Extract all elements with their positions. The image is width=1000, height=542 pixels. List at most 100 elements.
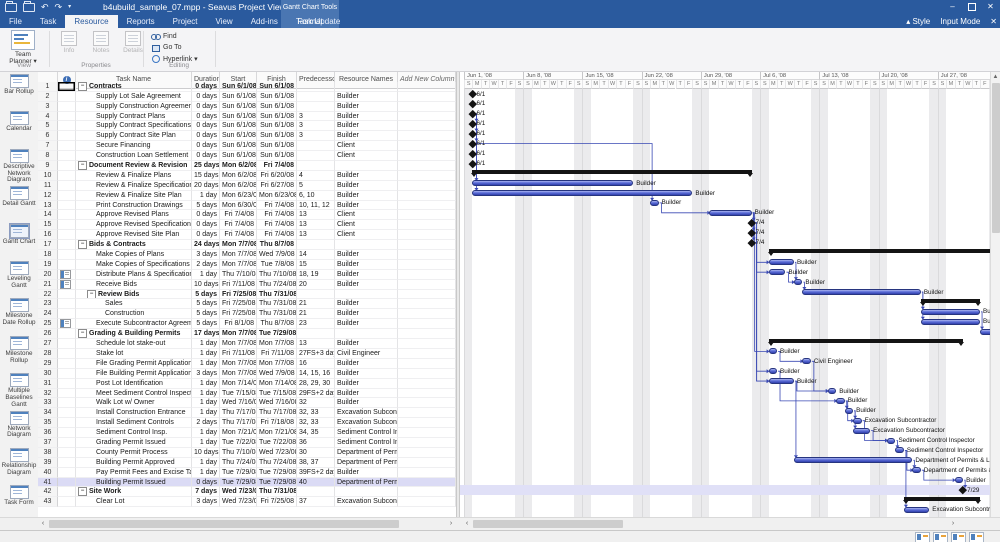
finish-cell[interactable]: Thu 7/31/08: [257, 487, 297, 497]
collapse-icon[interactable]: −: [78, 329, 87, 338]
indicator-cell[interactable]: [58, 210, 76, 220]
predecessors-cell[interactable]: 4: [297, 171, 335, 181]
indicator-cell[interactable]: [58, 309, 76, 319]
start-cell[interactable]: Wed 7/23/08: [220, 497, 257, 507]
add-new-column-cell[interactable]: [398, 428, 456, 438]
task-calendar-indicator-icon[interactable]: [60, 270, 71, 279]
duration-cell[interactable]: 10 days: [192, 280, 220, 290]
add-new-column-cell[interactable]: [398, 379, 456, 389]
indicator-cell[interactable]: [58, 92, 76, 102]
indicator-cell[interactable]: [58, 270, 76, 280]
start-cell[interactable]: Fri 7/25/08: [220, 299, 257, 309]
finish-cell[interactable]: Fri 7/11/08: [257, 349, 297, 359]
resource-names-cell[interactable]: Builder: [335, 250, 398, 260]
row-number[interactable]: 34: [38, 408, 58, 418]
add-new-column-cell[interactable]: [398, 468, 456, 478]
team-planner-button[interactable]: Team Planner ▾: [6, 30, 40, 65]
predecessors-cell[interactable]: 5: [297, 181, 335, 191]
finish-cell[interactable]: Thu 7/24/08: [257, 458, 297, 468]
start-cell[interactable]: Mon 7/7/08: [220, 369, 257, 379]
task-name-cell[interactable]: Clear Lot: [76, 497, 192, 507]
add-new-column-cell[interactable]: [398, 398, 456, 408]
task-name-cell[interactable]: File Grading Permit Application: [76, 359, 192, 369]
indicator-cell[interactable]: [58, 171, 76, 181]
row-number[interactable]: 31: [38, 379, 58, 389]
row-number[interactable]: 35: [38, 418, 58, 428]
view-bar-item-relationship-diagram[interactable]: Relationship Diagram: [0, 446, 38, 483]
add-new-column-cell[interactable]: [398, 250, 456, 260]
add-new-column-cell[interactable]: [398, 131, 456, 141]
gantt-horizontal-scrollbar[interactable]: ‹ ›: [462, 519, 958, 529]
task-name-cell[interactable]: −Grading & Building Permits: [76, 329, 192, 339]
predecessors-cell[interactable]: 14, 15, 16: [297, 369, 335, 379]
indicator-cell[interactable]: [58, 181, 76, 191]
start-cell[interactable]: Mon 7/21/08: [220, 428, 257, 438]
duration-cell[interactable]: 3 days: [192, 369, 220, 379]
finish-cell[interactable]: Tue 7/29/08: [257, 329, 297, 339]
duration-cell[interactable]: 1 day: [192, 389, 220, 399]
task-name-cell[interactable]: Construction: [76, 309, 192, 319]
task-name-cell[interactable]: Supply Construction Agreement: [76, 102, 192, 112]
task-calendar-indicator-icon[interactable]: [60, 319, 71, 328]
resource-names-cell[interactable]: Department of Permits & Licenses: [335, 478, 398, 488]
start-cell[interactable]: Thu 7/17/08: [220, 418, 257, 428]
duration-cell[interactable]: 5 days: [192, 290, 220, 300]
start-cell[interactable]: Sun 6/1/08: [220, 151, 257, 161]
add-new-column-cell[interactable]: [398, 478, 456, 488]
add-new-column-cell[interactable]: [398, 329, 456, 339]
start-cell[interactable]: Fri 7/11/08: [220, 280, 257, 290]
row-number[interactable]: 12: [38, 191, 58, 201]
start-cell[interactable]: Sun 6/1/08: [220, 102, 257, 112]
finish-cell[interactable]: Sun 6/1/08: [257, 131, 297, 141]
gantt-task-bar[interactable]: [802, 358, 810, 364]
finish-cell[interactable]: Wed 7/16/08: [257, 398, 297, 408]
task-name-cell[interactable]: Walk Lot w/ Owner: [76, 398, 192, 408]
tab-resource[interactable]: Resource: [65, 15, 117, 28]
finish-cell[interactable]: Sun 6/1/08: [257, 82, 297, 92]
start-cell[interactable]: Thu 7/10/08: [220, 270, 257, 280]
indicator-cell[interactable]: [58, 369, 76, 379]
resource-names-cell[interactable]: [335, 487, 398, 497]
row-number[interactable]: 20: [38, 270, 58, 280]
add-new-column-cell[interactable]: [398, 161, 456, 171]
resource-names-cell[interactable]: Builder: [335, 398, 398, 408]
indicator-cell[interactable]: [58, 191, 76, 201]
finish-cell[interactable]: Fri 7/25/08: [257, 497, 297, 507]
add-new-column-cell[interactable]: [398, 141, 456, 151]
task-name-cell[interactable]: File Building Permit Application: [76, 369, 192, 379]
resource-names-cell[interactable]: [335, 240, 398, 250]
task-name-cell[interactable]: Schedule lot stake-out: [76, 339, 192, 349]
start-cell[interactable]: Fri 7/25/08: [220, 290, 257, 300]
start-cell[interactable]: Fri 7/4/08: [220, 210, 257, 220]
row-number[interactable]: 37: [38, 438, 58, 448]
indicator-cell[interactable]: [58, 487, 76, 497]
resource-names-cell[interactable]: Builder: [335, 270, 398, 280]
start-cell[interactable]: Thu 7/17/08: [220, 408, 257, 418]
predecessors-cell[interactable]: 20: [297, 280, 335, 290]
task-name-cell[interactable]: Receive Bids: [76, 280, 192, 290]
row-number[interactable]: 24: [38, 309, 58, 319]
indicator-cell[interactable]: [58, 359, 76, 369]
start-cell[interactable]: Tue 7/22/08: [220, 438, 257, 448]
indicator-cell[interactable]: [58, 280, 76, 290]
task-name-cell[interactable]: Grading Permit Issued: [76, 438, 192, 448]
task-name-cell[interactable]: Construction Loan Settlement: [76, 151, 192, 161]
start-cell[interactable]: Fri 7/11/08: [220, 349, 257, 359]
start-cell[interactable]: Mon 7/7/08: [220, 329, 257, 339]
row-number[interactable]: 1: [38, 82, 58, 92]
start-cell[interactable]: Thu 7/24/08: [220, 458, 257, 468]
indicator-cell[interactable]: [58, 201, 76, 211]
start-cell[interactable]: Tue 7/15/08: [220, 389, 257, 399]
add-new-column-cell[interactable]: [398, 339, 456, 349]
finish-cell[interactable]: Thu 7/10/08: [257, 270, 297, 280]
customize-dropdown-icon[interactable]: ▾: [68, 1, 71, 14]
resource-names-cell[interactable]: Builder: [335, 102, 398, 112]
indicator-cell[interactable]: [58, 250, 76, 260]
duration-cell[interactable]: 1 day: [192, 468, 220, 478]
predecessors-cell[interactable]: 13: [297, 220, 335, 230]
resource-names-cell[interactable]: Department of Permits & Licenses: [335, 458, 398, 468]
duration-cell[interactable]: 1 day: [192, 379, 220, 389]
gantt-task-bar[interactable]: [955, 477, 963, 483]
predecessors-cell[interactable]: 27FS+3 days: [297, 349, 335, 359]
task-name-cell[interactable]: Meet Sediment Control Inspector: [76, 389, 192, 399]
